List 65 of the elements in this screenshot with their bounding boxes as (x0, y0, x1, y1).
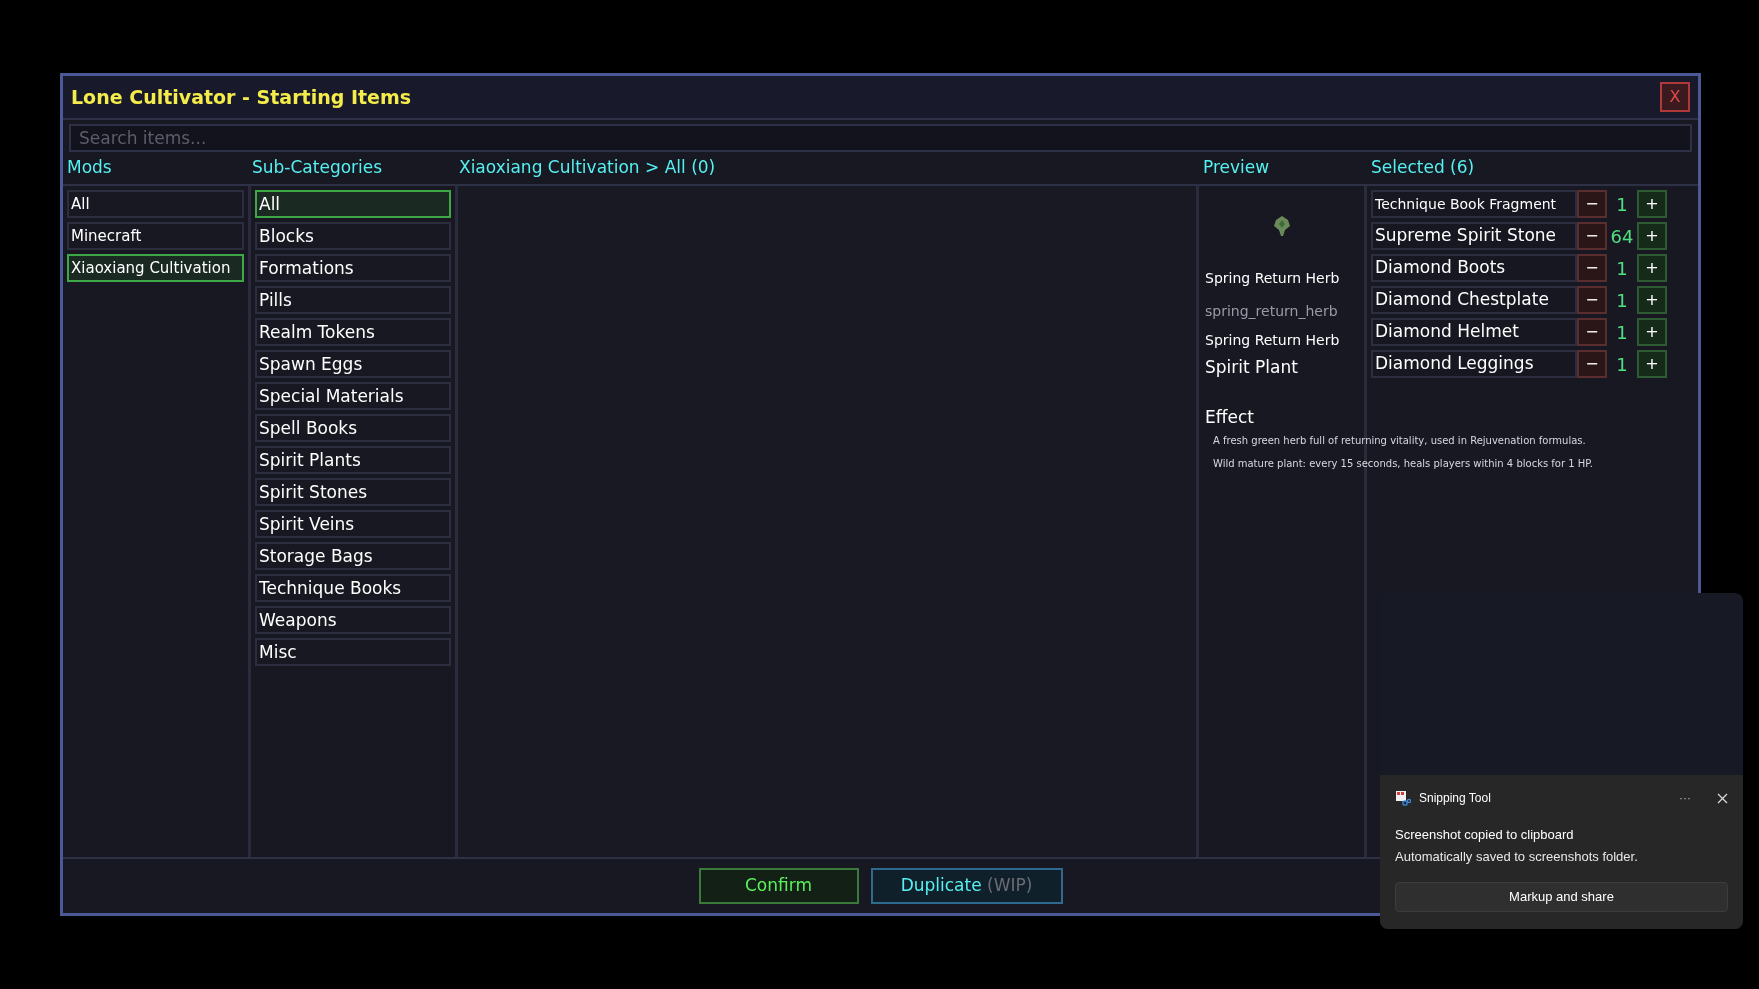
quantity: 1 (1615, 288, 1629, 313)
confirm-button[interactable]: Confirm (698, 868, 859, 904)
quantity: 64 (1609, 224, 1635, 249)
category-item[interactable]: Special Materials (255, 382, 451, 410)
markup-and-share-button[interactable]: Markup and share (1395, 882, 1728, 912)
quantity: 1 (1615, 320, 1629, 345)
category-item[interactable]: Realm Tokens (255, 318, 451, 346)
breadcrumb: Xiaoxiang Cultivation > All (0) (458, 156, 717, 180)
notification-title: Screenshot copied to clipboard (1395, 826, 1575, 844)
category-item[interactable]: Storage Bags (255, 542, 451, 570)
close-button[interactable]: X (1660, 82, 1690, 112)
selected-item-name: Technique Book Fragment (1371, 190, 1577, 218)
increase-button[interactable]: + (1637, 350, 1667, 378)
decrease-button[interactable]: − (1577, 190, 1607, 218)
item-category: Spirit Plant (1205, 356, 1299, 379)
effect-heading: Effect (1205, 405, 1255, 429)
increase-button[interactable]: + (1637, 318, 1667, 346)
decrease-button[interactable]: − (1577, 254, 1607, 282)
category-item[interactable]: Spell Books (255, 414, 451, 442)
increase-button[interactable]: + (1637, 286, 1667, 314)
category-item[interactable]: Misc (255, 638, 451, 666)
column-heading: Mods (66, 156, 113, 180)
category-item[interactable]: All (255, 190, 451, 218)
selected-item-name: Supreme Spirit Stone (1371, 222, 1577, 250)
mod-item[interactable]: All (67, 190, 244, 218)
category-item[interactable]: Pills (255, 286, 451, 314)
category-item[interactable]: Spirit Plants (255, 446, 451, 474)
selected-item-name: Diamond Chestplate (1371, 286, 1577, 314)
notification-message: Automatically saved to screenshots folder. (1395, 847, 1639, 866)
category-item[interactable]: Formations (255, 254, 451, 282)
decrease-button[interactable]: − (1577, 286, 1607, 314)
quantity: 1 (1615, 352, 1629, 377)
more-button[interactable]: ··· (1679, 789, 1691, 807)
category-item[interactable]: Spirit Veins (255, 510, 451, 538)
quantity: 1 (1615, 256, 1629, 281)
notification-app-name: Snipping Tool (1419, 790, 1492, 807)
selected-item-name: Diamond Boots (1371, 254, 1577, 282)
duplicate-button[interactable]: Duplicate (WIP) (870, 868, 1063, 904)
effect-description: A fresh green herb full of returning vitality, used in Rejuvenation formulas. (1213, 434, 1586, 448)
increase-button[interactable]: + (1637, 190, 1667, 218)
category-item[interactable]: Spawn Eggs (255, 350, 451, 378)
category-item[interactable]: Blocks (255, 222, 451, 250)
item-display-name: Spring Return Herb (1205, 331, 1341, 350)
category-item[interactable]: Technique Books (255, 574, 451, 602)
close-icon[interactable] (1717, 792, 1728, 804)
decrease-button[interactable]: − (1577, 222, 1607, 250)
mod-item[interactable]: Minecraft (67, 222, 244, 250)
decrease-button[interactable]: − (1577, 318, 1607, 346)
mod-item[interactable]: Xiaoxiang Cultivation (67, 254, 244, 282)
column-heading: Selected (6) (1370, 156, 1475, 180)
decrease-button[interactable]: − (1577, 350, 1607, 378)
column-heading: Sub-Categories (251, 156, 384, 180)
column-heading: Preview (1202, 156, 1271, 180)
item-id: spring_return_herb (1205, 302, 1339, 321)
quantity: 1 (1615, 192, 1629, 217)
increase-button[interactable]: + (1637, 222, 1667, 250)
selected-item-name: Diamond Leggings (1371, 350, 1577, 378)
category-item[interactable]: Spirit Stones (255, 478, 451, 506)
selected-item-name: Diamond Helmet (1371, 318, 1577, 346)
category-item[interactable]: Weapons (255, 606, 451, 634)
effect-description: Wild mature plant: every 15 seconds, heals players within 4 blocks for 1 HP. (1213, 457, 1593, 471)
window-title: Lone Cultivator - Starting Items (71, 84, 412, 110)
increase-button[interactable]: + (1637, 254, 1667, 282)
search-field[interactable]: Search items... (69, 124, 1692, 152)
item-name: Spring Return Herb (1205, 269, 1341, 288)
